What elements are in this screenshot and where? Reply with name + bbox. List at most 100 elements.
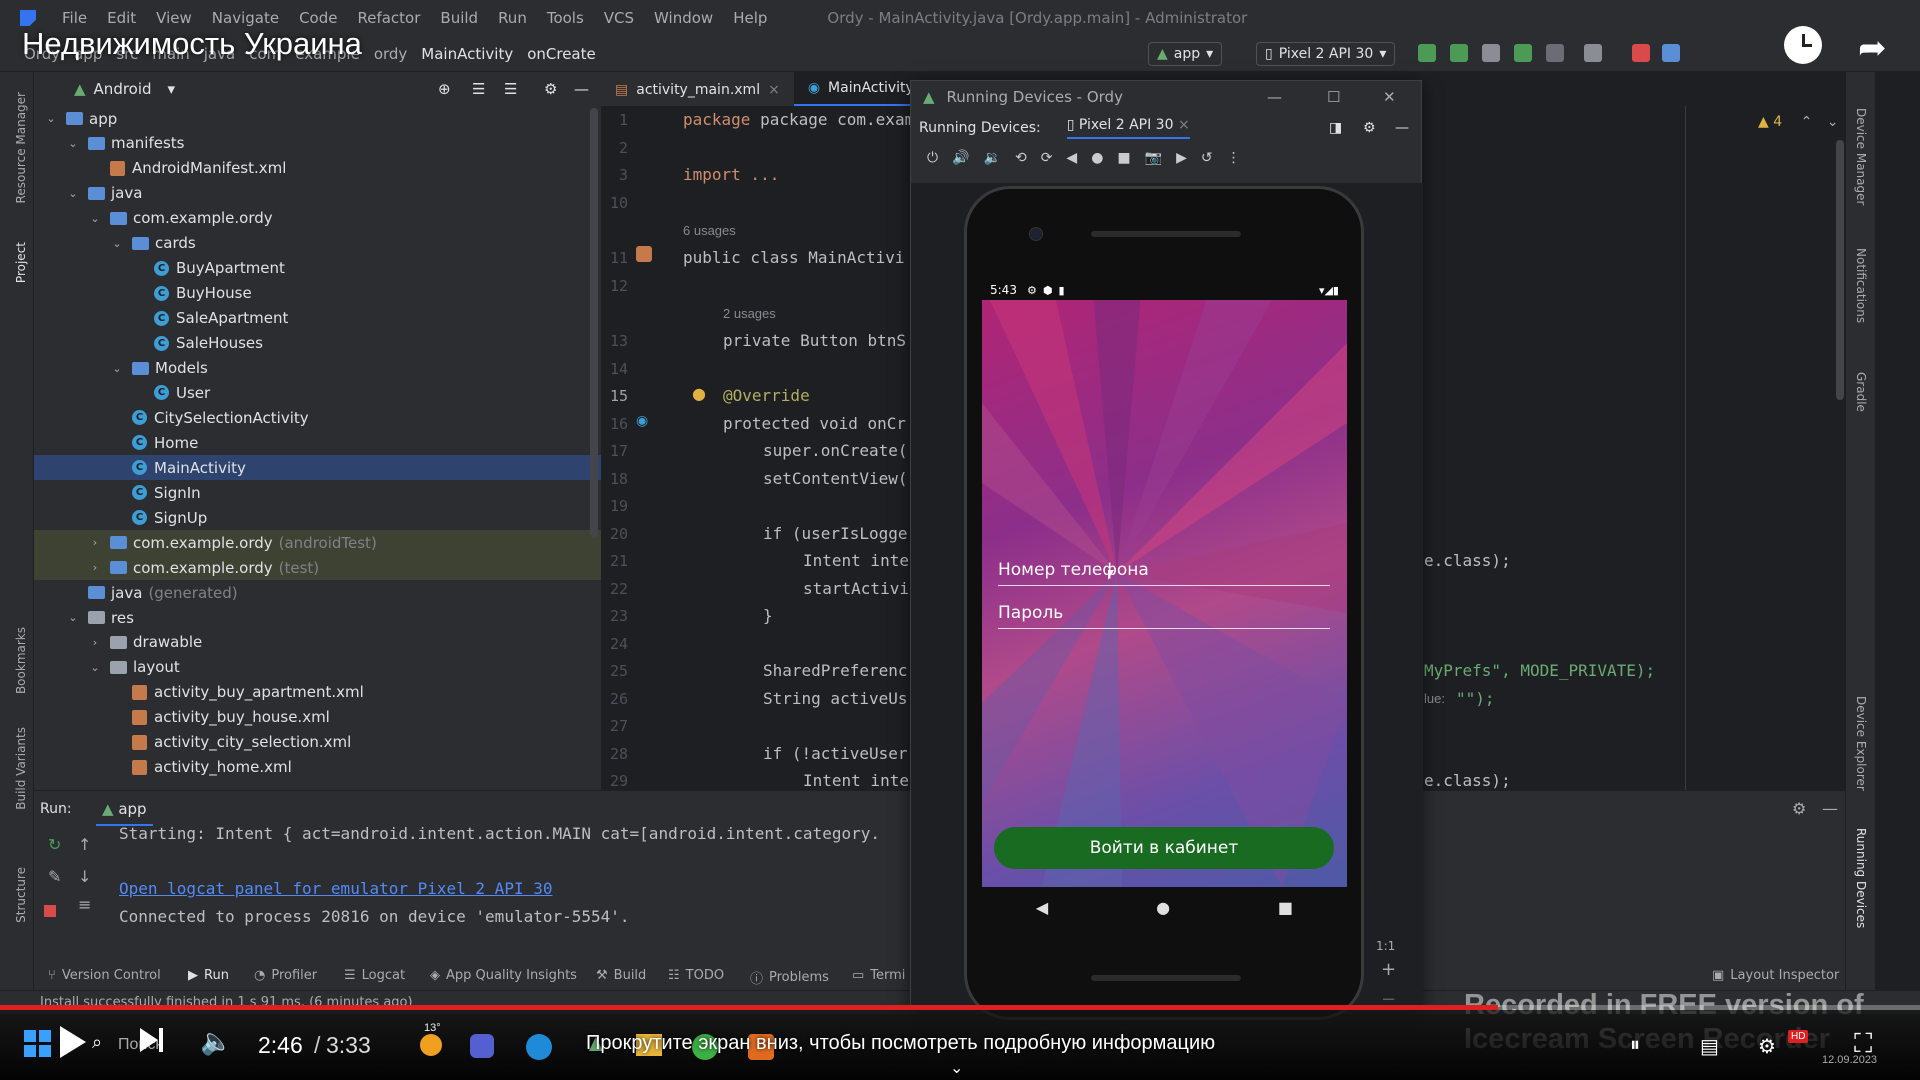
tree-item[interactable]: ⌄ res bbox=[34, 605, 601, 630]
maximize-window-icon[interactable]: ☐ bbox=[1327, 88, 1340, 106]
chevron-down-icon[interactable]: ⌄ bbox=[88, 212, 102, 225]
tab-todo[interactable]: ☷ TODO bbox=[668, 968, 724, 983]
override-gutter-icon[interactable]: ◉ bbox=[636, 413, 648, 429]
editor-scrollbar[interactable] bbox=[1836, 140, 1844, 400]
tab-version-control[interactable]: ⑂ Version Control bbox=[48, 968, 161, 983]
chevron-down-icon[interactable]: ⌄ bbox=[110, 362, 124, 375]
minimize-icon[interactable]: — bbox=[1822, 799, 1838, 818]
apply-changes-icon[interactable] bbox=[1450, 44, 1468, 62]
menu-view[interactable]: View bbox=[156, 9, 192, 27]
reset-icon[interactable]: ↺ bbox=[1201, 150, 1213, 166]
breadcrumb-class[interactable]: MainActivity bbox=[421, 45, 513, 63]
logcat-link[interactable]: Open logcat panel for emulator Pixel 2 A… bbox=[119, 879, 552, 898]
rotate-right-icon[interactable]: ⟳ bbox=[1041, 150, 1053, 166]
power-icon[interactable]: ⏻ bbox=[927, 150, 938, 166]
record-icon[interactable]: ▶ bbox=[1176, 150, 1187, 166]
run-config-select[interactable]: ▲ app ▾ bbox=[1148, 42, 1223, 66]
tab-profiler[interactable]: ◔ Profiler bbox=[254, 968, 317, 983]
tree-item[interactable]: › com.example.ordy (androidTest) bbox=[34, 530, 601, 556]
chevron-down-icon[interactable]: ▾ bbox=[168, 80, 176, 98]
tree-item[interactable]: ⌄ manifests bbox=[34, 131, 601, 156]
stop-icon[interactable] bbox=[1632, 44, 1650, 62]
menu-edit[interactable]: Edit bbox=[107, 9, 136, 27]
menu-navigate[interactable]: Navigate bbox=[212, 9, 279, 27]
rerun-icon[interactable]: ↻ bbox=[48, 835, 61, 854]
minimize-window-icon[interactable]: — bbox=[1267, 88, 1282, 106]
rotate-left-icon[interactable]: ⟲ bbox=[1015, 150, 1027, 166]
soft-wrap-icon[interactable]: ≡ bbox=[78, 895, 91, 914]
tree-item[interactable]: ⌄ java bbox=[34, 181, 601, 206]
watch-later-icon[interactable] bbox=[1784, 26, 1822, 64]
menu-vcs[interactable]: VCS bbox=[604, 9, 634, 27]
breadcrumb-method[interactable]: onCreate bbox=[527, 45, 596, 63]
tree-item[interactable]: java (generated) bbox=[34, 580, 601, 605]
subtitles-icon[interactable]: ▤ bbox=[1700, 1034, 1719, 1059]
device-manager-tab[interactable]: Device Manager bbox=[1854, 108, 1868, 205]
tab-activity-main-xml[interactable]: ▤ activity_main.xml × bbox=[601, 74, 794, 106]
breadcrumb-item[interactable]: ordy bbox=[374, 45, 407, 63]
layout-gutter-icon[interactable] bbox=[636, 246, 652, 262]
chevron-right-icon[interactable]: › bbox=[88, 636, 102, 649]
play-icon[interactable] bbox=[60, 1026, 86, 1058]
menu-file[interactable]: File bbox=[62, 9, 87, 27]
share-icon[interactable]: ➦ bbox=[1858, 28, 1887, 68]
run-icon[interactable] bbox=[1418, 44, 1436, 62]
next-icon[interactable] bbox=[140, 1028, 158, 1052]
menu-window[interactable]: Window bbox=[654, 9, 713, 27]
scroll-down-icon[interactable]: ↓ bbox=[78, 867, 91, 886]
chevron-up-icon[interactable]: ⌃ bbox=[1801, 114, 1813, 130]
debug-icon[interactable] bbox=[1514, 44, 1532, 62]
usage-hint[interactable]: 6 usages bbox=[683, 223, 736, 238]
usage-hint[interactable]: 2 usages bbox=[723, 306, 776, 321]
menu-refactor[interactable]: Refactor bbox=[357, 9, 420, 27]
notifications-tab[interactable]: Notifications bbox=[1854, 248, 1868, 323]
tree-item[interactable]: › drawable bbox=[34, 630, 601, 655]
tree-item[interactable]: ⌄ layout bbox=[34, 655, 601, 680]
minimize-icon[interactable]: — bbox=[574, 80, 589, 98]
collapse-all-icon[interactable]: ☰ bbox=[504, 80, 517, 98]
settings-icon[interactable]: ⚙ bbox=[1758, 1034, 1776, 1059]
lightbulb-icon[interactable]: ● bbox=[692, 384, 706, 403]
tree-item[interactable]: activity_buy_apartment.xml bbox=[34, 680, 601, 705]
chevron-down-icon[interactable]: ⌄ bbox=[66, 187, 80, 200]
wrench-icon[interactable]: ✎ bbox=[48, 867, 61, 886]
attach-icon[interactable] bbox=[1584, 44, 1602, 62]
tab-terminal[interactable]: ▭ Termi bbox=[852, 968, 905, 983]
menu-tools[interactable]: Tools bbox=[547, 9, 584, 27]
tree-item[interactable]: C SignIn bbox=[34, 480, 601, 505]
run-tab-app[interactable]: ▲ app bbox=[96, 800, 153, 826]
target-icon[interactable]: ⊕ bbox=[438, 80, 451, 98]
volume-down-icon[interactable]: 🔉 bbox=[984, 150, 1001, 166]
stop-icon[interactable] bbox=[44, 905, 56, 917]
gear-icon[interactable]: ⚙ bbox=[1363, 120, 1376, 136]
nav-back-icon[interactable]: ◀ bbox=[1036, 898, 1048, 917]
tree-item[interactable]: ⌄ com.example.ordy bbox=[34, 206, 601, 231]
tab-layout-inspector[interactable]: ▣ Layout Inspector bbox=[1712, 968, 1839, 983]
menu-code[interactable]: Code bbox=[299, 9, 337, 27]
code-text[interactable]: import ... bbox=[683, 165, 779, 184]
chevron-down-icon[interactable]: ⌄ bbox=[110, 237, 124, 250]
running-devices-tab[interactable]: Running Devices bbox=[1854, 828, 1868, 928]
more-icon[interactable]: ⋮ bbox=[1227, 150, 1241, 166]
tab-build[interactable]: ⚒ Build bbox=[596, 968, 646, 983]
structure-tab[interactable]: Structure bbox=[14, 867, 28, 923]
zoom-1-1-button[interactable]: 1:1 bbox=[1376, 939, 1395, 953]
tree-item[interactable]: C BuyApartment bbox=[34, 256, 601, 281]
device-select[interactable]: ▯ Pixel 2 API 30 ▾ bbox=[1256, 42, 1396, 66]
project-view-select[interactable]: Android bbox=[94, 80, 152, 98]
tree-item[interactable]: activity_buy_house.xml bbox=[34, 705, 601, 730]
chevron-right-icon[interactable]: › bbox=[88, 561, 102, 574]
volume-icon[interactable]: 🔈 bbox=[200, 1026, 232, 1057]
tree-item[interactable]: AndroidManifest.xml bbox=[34, 156, 601, 181]
zoom-in-icon[interactable]: + bbox=[1381, 959, 1396, 980]
camera-icon[interactable]: 📷 bbox=[1145, 150, 1162, 166]
menu-build[interactable]: Build bbox=[440, 9, 478, 27]
project-tab[interactable]: Project bbox=[14, 242, 28, 283]
chevron-right-icon[interactable]: › bbox=[88, 536, 102, 549]
tab-problems[interactable]: ⓘ Problems bbox=[750, 968, 829, 987]
chevron-down-icon[interactable]: ⌄ bbox=[88, 661, 102, 674]
tree-item[interactable]: activity_city_selection.xml bbox=[34, 730, 601, 755]
expand-all-icon[interactable]: ☰ bbox=[472, 80, 485, 98]
login-button[interactable]: Войти в кабинет bbox=[994, 827, 1334, 869]
gear-icon[interactable]: ⚙ bbox=[544, 80, 557, 98]
